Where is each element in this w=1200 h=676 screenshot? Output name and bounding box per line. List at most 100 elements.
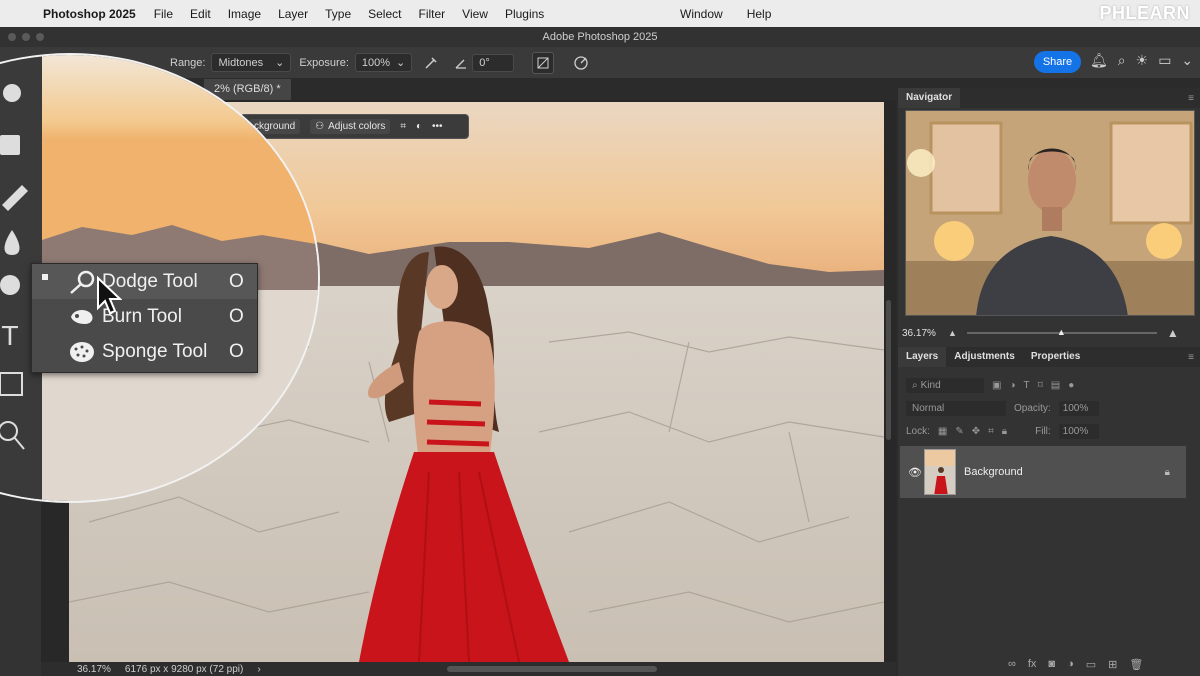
menu-window[interactable]: Window [680, 7, 723, 21]
flyout-item-sponge-tool[interactable]: Sponge Tool O [32, 334, 257, 369]
tab-layers[interactable]: Layers [898, 347, 947, 367]
menu-image[interactable]: Image [228, 7, 261, 21]
transform-icon[interactable]: ⌗ [400, 121, 406, 132]
status-zoom[interactable]: 36.17% [77, 664, 111, 675]
layers-header: Layers Adjustments Properties ≡ [898, 347, 1200, 367]
close-window-button[interactable] [8, 33, 16, 41]
new-layer-icon[interactable]: ⊞ [1108, 658, 1117, 671]
airbrush-icon[interactable] [420, 52, 442, 74]
blend-mode-select[interactable]: Normal [906, 401, 1006, 416]
zoom-in-icon[interactable]: ▲ [1167, 326, 1179, 340]
menu-bar: Photoshop 2025 File Edit Image Layer Typ… [0, 0, 1200, 27]
contrast-icon[interactable]: ◐ [416, 121, 422, 132]
horizontal-scrollbar[interactable] [447, 666, 657, 672]
menu-view[interactable]: View [462, 7, 488, 21]
trash-icon[interactable]: 🗑︎ [1129, 658, 1143, 671]
burn-icon [64, 304, 100, 330]
navigator-preview[interactable] [905, 110, 1195, 316]
lightbulb-icon[interactable]: ☀︎ [1136, 52, 1149, 69]
angle-icon [450, 52, 472, 74]
filter-toggle-icon[interactable]: ● [1068, 380, 1074, 391]
slider-thumb[interactable]: ▲ [1057, 327, 1066, 337]
lock-artboard-icon[interactable]: ⌗ [988, 426, 994, 437]
angle-field[interactable]: 0° [472, 53, 515, 72]
vertical-scrollbar[interactable] [886, 300, 891, 440]
lock-pixels-icon[interactable]: ▦ [938, 426, 947, 437]
navigator-zoom[interactable]: 36.17% [902, 328, 948, 339]
navigator-zoom-row: 36.17% ▲ ▲ ▲ [898, 324, 1200, 342]
share-button[interactable]: Share [1034, 51, 1081, 73]
workspace-icon[interactable]: ▭ [1158, 52, 1171, 69]
lock-fill-row: Lock: ▦ ✎ ✥ ⌗ 🔒︎ Fill: 100% [902, 420, 1196, 443]
mouse-cursor-icon [96, 275, 123, 321]
filter-kind-select[interactable]: ⌕ Kind [906, 378, 984, 393]
adjust-colors-button[interactable]: ⚇ Adjust colors [310, 119, 391, 134]
filter-adjustment-icon[interactable]: ◑ [1009, 380, 1015, 391]
zoom-out-icon[interactable]: ▲ [948, 328, 957, 338]
adjust-icon: ⚇ [315, 121, 325, 132]
fill-field[interactable]: 100% [1058, 424, 1099, 439]
fx-icon[interactable]: fx [1028, 658, 1037, 671]
zoom-window-button[interactable] [36, 33, 44, 41]
exposure-field[interactable]: 100% ⌄ [354, 53, 413, 72]
group-folder-icon[interactable]: ▭ [1086, 658, 1096, 671]
more-icon[interactable]: ••• [432, 121, 443, 132]
status-doc-info: 6176 px x 9280 px (72 ppi) [124, 663, 244, 675]
adjustment-layer-icon[interactable]: ◑ [1067, 658, 1074, 671]
menu-layer[interactable]: Layer [278, 7, 308, 21]
menu-app-name[interactable]: Photoshop 2025 [43, 7, 136, 21]
layer-filter-row: ⌕ Kind ▣ ◑ T ⌑ ▤ ● [902, 374, 1196, 397]
navigator-zoom-slider[interactable]: ▲ [966, 327, 1157, 337]
menu-filter[interactable]: Filter [418, 7, 445, 21]
lock-label: Lock: [906, 426, 930, 437]
tab-adjustments[interactable]: Adjustments [946, 347, 1023, 367]
layer-row[interactable]: 👁︎ Background 🔒︎ [900, 446, 1186, 498]
filter-shape-icon[interactable]: ⌑ [1038, 380, 1043, 391]
menu-edit[interactable]: Edit [190, 7, 211, 21]
opacity-field[interactable]: 100% [1058, 401, 1099, 416]
mask-icon[interactable]: ◙ [1048, 658, 1055, 671]
tab-properties[interactable]: Properties [1023, 347, 1088, 367]
pressure-icon[interactable] [570, 52, 592, 74]
bell-icon[interactable]: 🔔︎ [1090, 52, 1108, 69]
active-tool-marker [42, 274, 48, 280]
chevron-right-icon[interactable]: › [257, 664, 260, 675]
panel-menu-icon[interactable]: ≡ [1188, 93, 1194, 104]
filter-pixel-icon[interactable]: ▣ [992, 380, 1001, 391]
search-icon: ⌕ [912, 380, 918, 391]
protect-tones-icon[interactable] [532, 51, 555, 74]
chevron-down-icon: ⌄ [275, 57, 285, 69]
watermark-logo: PHLEARN [1099, 3, 1190, 23]
menu-type[interactable]: Type [325, 7, 351, 21]
lock-icon: 🔒︎ [1164, 466, 1170, 478]
panel-menu-icon[interactable]: ≡ [1188, 352, 1194, 363]
filter-type-icon[interactable]: T [1024, 380, 1030, 391]
flyout-item-burn-tool[interactable]: Burn Tool O [32, 299, 257, 334]
lock-all-icon[interactable]: 🔒︎ [1002, 426, 1007, 437]
menu-select[interactable]: Select [368, 7, 401, 21]
chevron-down-icon[interactable]: ⌄ [1181, 52, 1193, 69]
window-titlebar: Adobe Photoshop 2025 [0, 27, 1200, 47]
visibility-eye-icon[interactable]: 👁︎ [908, 466, 922, 479]
layer-name[interactable]: Background [964, 466, 1023, 478]
link-icon[interactable]: ∞ [1008, 658, 1016, 671]
menu-help[interactable]: Help [747, 7, 772, 21]
flyout-item-dodge-tool[interactable]: Dodge Tool O [32, 264, 257, 299]
menu-file[interactable]: File [154, 7, 173, 21]
minimize-window-button[interactable] [22, 33, 30, 41]
sponge-icon [64, 339, 100, 365]
dodge-icon [64, 269, 100, 295]
filter-kind-label: Kind [920, 380, 941, 391]
lock-brush-icon[interactable]: ✎ [955, 426, 963, 437]
tab-navigator[interactable]: Navigator [898, 88, 961, 108]
menu-plugins[interactable]: Plugins [505, 7, 544, 21]
filter-smart-object-icon[interactable]: ▤ [1051, 380, 1060, 391]
opacity-label: Opacity: [1014, 403, 1051, 414]
lock-position-icon[interactable]: ✥ [972, 426, 980, 437]
tool-flyout-menu: Dodge Tool O Burn Tool O Sponge Tool O [31, 263, 258, 373]
window-title: Adobe Photoshop 2025 [542, 31, 658, 43]
range-value: Midtones [218, 56, 264, 69]
range-select[interactable]: Midtones ⌄ [211, 53, 292, 72]
search-icon[interactable]: ⌕ [1118, 52, 1126, 69]
exposure-value: 100% [361, 56, 391, 69]
